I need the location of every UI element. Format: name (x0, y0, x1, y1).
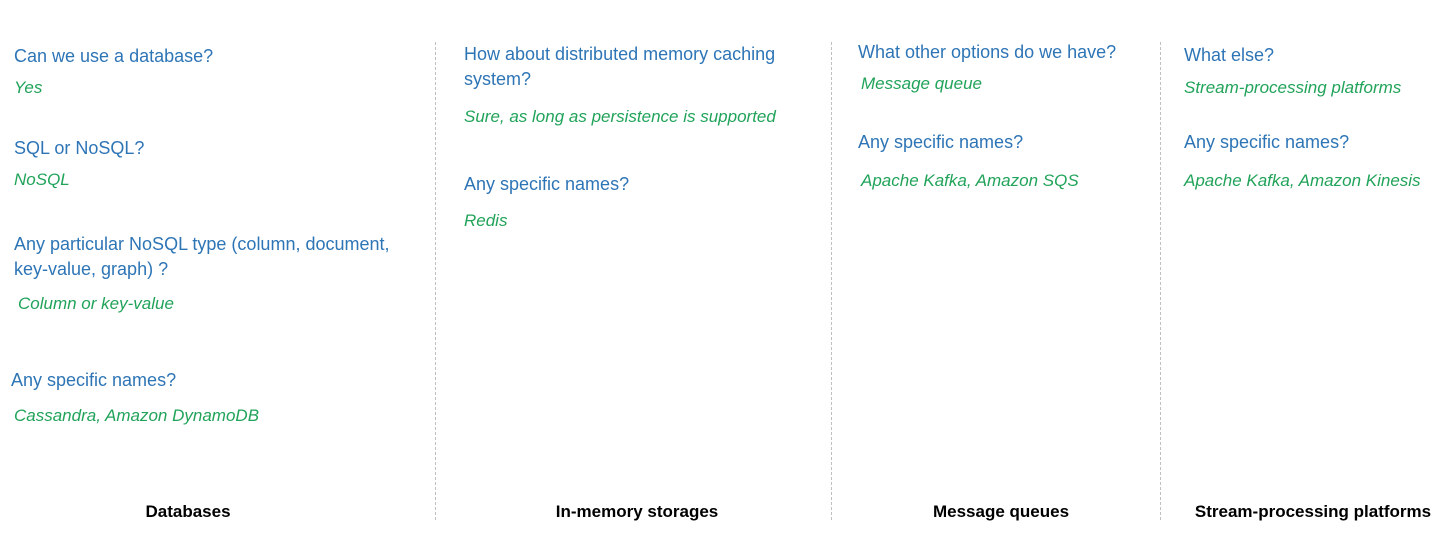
column-divider-3 (1160, 42, 1161, 520)
answer-nosql-type: Column or key-value (18, 294, 174, 313)
question-use-database: Can we use a database? (14, 46, 214, 66)
question-nosql-type-line-1: Any particular NoSQL type (column, docum… (14, 234, 390, 254)
answer-queue-specific-names: Apache Kafka, Amazon SQS (861, 171, 1079, 190)
answer-memory-caching: Sure, as long as persistence is supporte… (464, 107, 776, 126)
question-memory-caching-line-1: How about distributed memory caching (464, 44, 776, 64)
question-db-specific-names: Any specific names? (11, 370, 177, 390)
question-memory-caching-line-2: system? (464, 69, 532, 89)
databases-heading: Databases (145, 502, 231, 521)
question-sql-or-nosql: SQL or NoSQL? (14, 138, 145, 158)
question-stream-specific-names: Any specific names? (1184, 132, 1350, 152)
answer-use-database: Yes (14, 78, 43, 97)
answer-other-options: Message queue (861, 74, 982, 93)
answer-what-else: Stream-processing platforms (1184, 78, 1402, 97)
message-queues-heading: Message queues (932, 502, 1070, 521)
column-divider-2 (831, 42, 832, 520)
in-memory-storages-heading: In-memory storages (555, 502, 719, 521)
question-other-options: What other options do we have? (858, 42, 1117, 62)
question-what-else: What else? (1184, 45, 1275, 65)
stream-processing-heading: Stream-processing platforms (1194, 502, 1432, 521)
answer-memory-specific-names: Redis (464, 211, 508, 230)
question-nosql-type-line-2: key-value, graph) ? (14, 259, 169, 279)
answer-stream-specific-names: Apache Kafka, Amazon Kinesis (1184, 171, 1421, 190)
column-divider-1 (435, 42, 436, 520)
answer-db-specific-names: Cassandra, Amazon DynamoDB (14, 406, 260, 425)
question-queue-specific-names: Any specific names? (858, 132, 1024, 152)
question-memory-specific-names: Any specific names? (464, 174, 630, 194)
answer-sql-or-nosql: NoSQL (14, 170, 70, 189)
